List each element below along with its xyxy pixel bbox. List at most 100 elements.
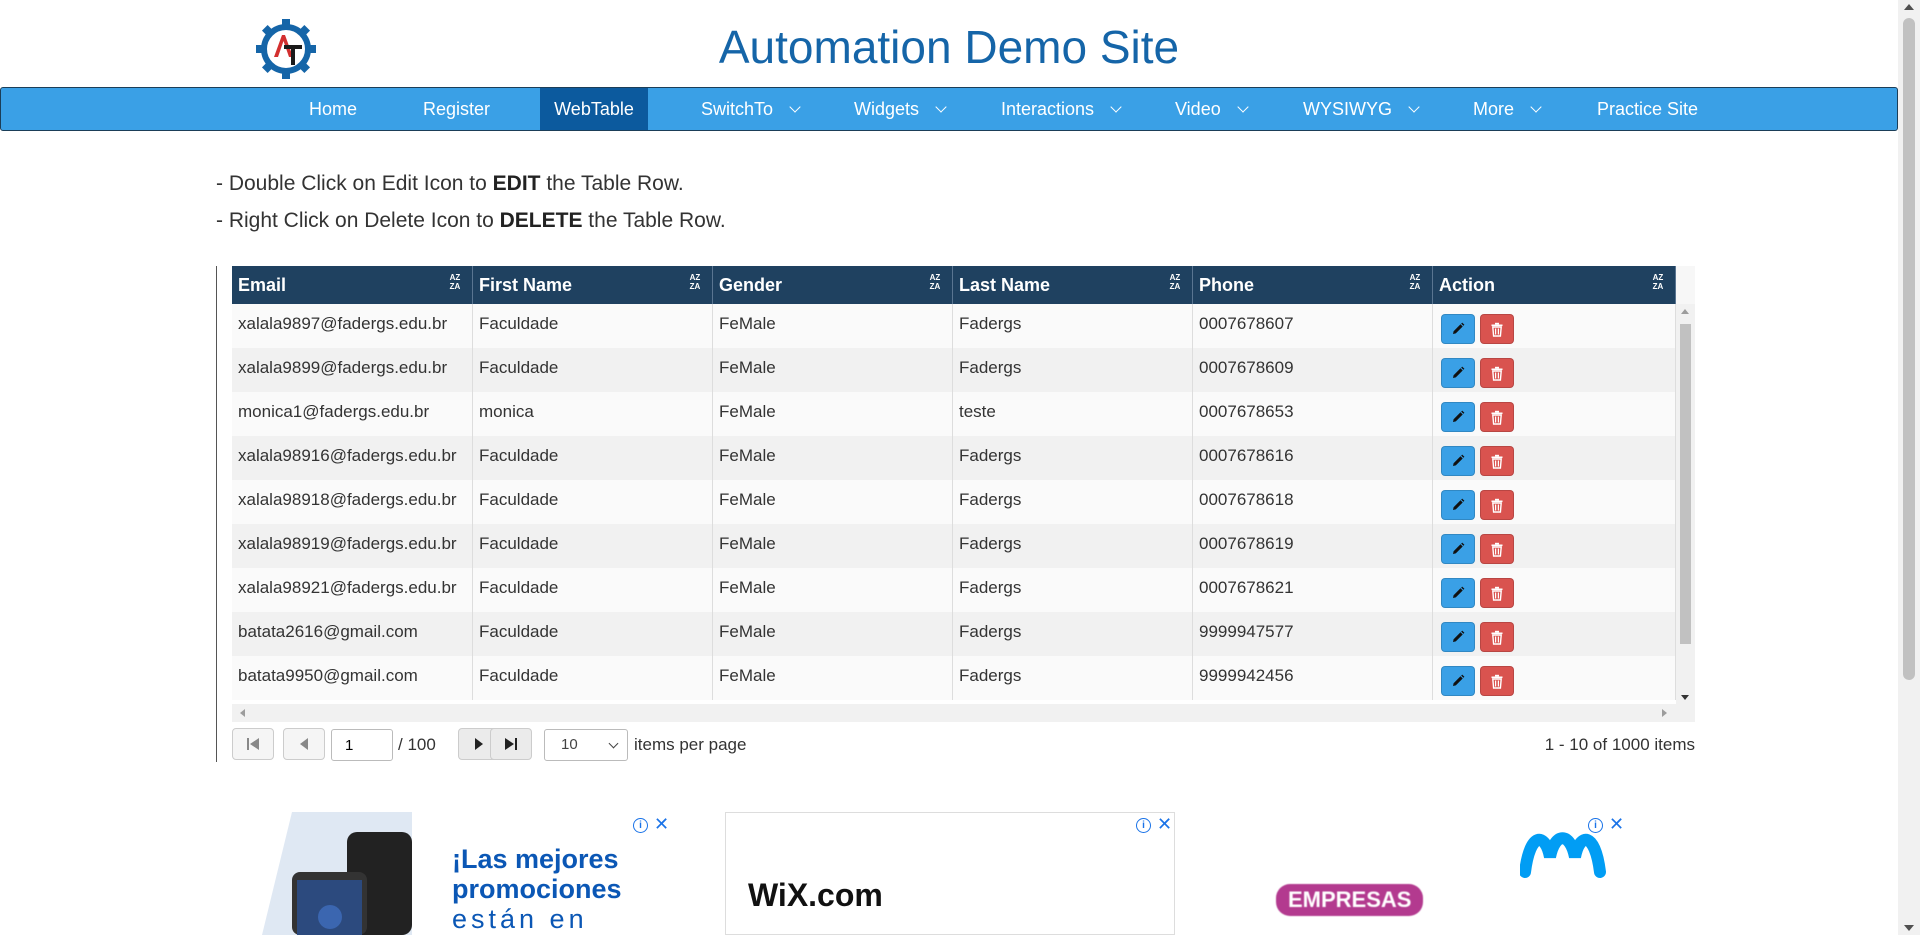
- pencil-icon: [1453, 674, 1465, 686]
- nav-practice-site[interactable]: Practice Site: [1597, 88, 1698, 130]
- trash-icon: [1491, 454, 1503, 469]
- table-pager: / 100 10 items per page 1 - 10 of 1000 i…: [232, 728, 1695, 762]
- table-vertical-scrollbar[interactable]: [1676, 304, 1695, 704]
- chevron-down-icon: [1110, 101, 1122, 113]
- nav-wysiwyg[interactable]: WYSIWYG: [1303, 88, 1420, 130]
- scrollbar-thumb[interactable]: [1903, 18, 1915, 680]
- table-row[interactable]: batata9950@gmail.com Faculdade FeMale Fader…: [232, 656, 1676, 700]
- edit-button[interactable]: [1441, 358, 1475, 388]
- instruction-text: the Table Row.: [540, 172, 684, 195]
- table-cell: teste: [953, 392, 1193, 436]
- edit-button[interactable]: [1441, 446, 1475, 476]
- edit-button[interactable]: [1441, 402, 1475, 432]
- first-page-button[interactable]: [232, 728, 274, 760]
- prev-page-button[interactable]: [283, 728, 325, 760]
- az-sort-icon[interactable]: AZ ZA: [448, 273, 462, 291]
- last-page-button[interactable]: [490, 728, 532, 760]
- nav-label: Practice Site: [1597, 99, 1699, 119]
- edit-button[interactable]: [1441, 666, 1475, 696]
- column-header-label: Gender: [719, 275, 783, 295]
- scroll-up-arrow[interactable]: [1904, 4, 1914, 10]
- instruction-edit: - Double Click on Edit Icon to EDIT the …: [216, 165, 726, 202]
- table-header: Email AZ ZA First Name AZ ZA Gender AZ ZA Last Na…: [232, 266, 1676, 304]
- table-row[interactable]: xalala9899@fadergs.edu.br Faculdade FeMale…: [232, 348, 1676, 392]
- page-number-input[interactable]: [331, 729, 393, 761]
- delete-button[interactable]: [1480, 666, 1514, 696]
- ad-close[interactable]: i ✕: [1136, 814, 1172, 835]
- az-sort-icon[interactable]: AZ ZA: [1168, 273, 1182, 291]
- nav-widgets[interactable]: Widgets: [854, 88, 947, 130]
- scrollbar-thumb[interactable]: [1680, 324, 1691, 644]
- close-icon: ✕: [1609, 814, 1625, 834]
- table-cell: 0007678619: [1193, 524, 1433, 568]
- ad-banner-movistar[interactable]: EMPRESAS: [1200, 812, 1620, 935]
- column-header[interactable]: Action AZ ZA: [1433, 266, 1676, 304]
- column-header[interactable]: Last Name AZ ZA: [953, 266, 1193, 304]
- ad-close[interactable]: i ✕: [1588, 814, 1624, 835]
- az-sort-icon[interactable]: AZ ZA: [928, 273, 942, 291]
- scroll-right-arrow[interactable]: [1662, 709, 1667, 717]
- column-header[interactable]: Email AZ ZA: [232, 266, 473, 304]
- edit-button[interactable]: [1441, 490, 1475, 520]
- web-table-container: Email AZ ZA First Name AZ ZA Gender AZ ZA Last Na…: [216, 266, 1697, 762]
- action-cell: [1433, 348, 1676, 392]
- info-icon: i: [633, 818, 648, 833]
- table-cell: 0007678653: [1193, 392, 1433, 436]
- ad-close[interactable]: i ✕: [633, 814, 669, 835]
- column-header[interactable]: Gender AZ ZA: [713, 266, 953, 304]
- delete-button[interactable]: [1480, 578, 1514, 608]
- table-row[interactable]: monica1@fadergs.edu.br monica FeMale teste 0…: [232, 392, 1676, 436]
- table-row[interactable]: xalala9897@fadergs.edu.br Faculdade FeMale…: [232, 304, 1676, 348]
- table-cell: Fadergs: [953, 568, 1193, 612]
- column-header[interactable]: Phone AZ ZA: [1193, 266, 1433, 304]
- page-scrollbar[interactable]: [1898, 0, 1920, 935]
- scroll-up-arrow[interactable]: [1681, 309, 1689, 314]
- delete-button[interactable]: [1480, 402, 1514, 432]
- delete-button[interactable]: [1480, 534, 1514, 564]
- nav-home[interactable]: Home: [309, 88, 357, 130]
- ad-banner-phone[interactable]: ¡Las mejores promociones están en: [252, 812, 672, 935]
- main-navbar: Home Register WebTable SwitchTo Widgets …: [0, 87, 1898, 131]
- ad-banner-wix[interactable]: WiX.com: [725, 812, 1175, 935]
- edit-button[interactable]: [1441, 314, 1475, 344]
- instruction-text: the Table Row.: [582, 209, 726, 232]
- action-cell: [1433, 436, 1676, 480]
- table-cell: 0007678621: [1193, 568, 1433, 612]
- nav-switchto[interactable]: SwitchTo: [701, 88, 801, 130]
- table-cell: FeMale: [713, 392, 953, 436]
- header-scroll-pad: [1676, 266, 1695, 304]
- table-row[interactable]: xalala98919@fadergs.edu.br Faculdade FeMal…: [232, 524, 1676, 568]
- nav-interactions[interactable]: Interactions: [1001, 88, 1122, 130]
- table-cell: Faculdade: [473, 304, 713, 348]
- nav-more[interactable]: More: [1473, 88, 1542, 130]
- delete-button[interactable]: [1480, 622, 1514, 652]
- table-row[interactable]: xalala98918@fadergs.edu.br Faculdade FeMal…: [232, 480, 1676, 524]
- trash-icon: [1491, 498, 1503, 513]
- edit-button[interactable]: [1441, 534, 1475, 564]
- edit-button[interactable]: [1441, 578, 1475, 608]
- table-horizontal-scrollbar[interactable]: [232, 704, 1695, 722]
- az-sort-icon[interactable]: AZ ZA: [688, 273, 702, 291]
- scroll-left-arrow[interactable]: [240, 709, 245, 717]
- table-row[interactable]: xalala98921@fadergs.edu.br Faculdade FeMal…: [232, 568, 1676, 612]
- column-header[interactable]: First Name AZ ZA: [473, 266, 713, 304]
- ad-headline: están en: [452, 904, 588, 934]
- edit-button[interactable]: [1441, 622, 1475, 652]
- table-row[interactable]: xalala98916@fadergs.edu.br Faculdade FeMal…: [232, 436, 1676, 480]
- scroll-down-arrow[interactable]: [1681, 695, 1689, 700]
- delete-button[interactable]: [1480, 358, 1514, 388]
- table-cell: Faculdade: [473, 480, 713, 524]
- nav-video[interactable]: Video: [1175, 88, 1249, 130]
- delete-button[interactable]: [1480, 490, 1514, 520]
- nav-webtable[interactable]: WebTable: [540, 88, 648, 130]
- nav-register[interactable]: Register: [423, 88, 490, 130]
- page-size-select[interactable]: 10: [544, 729, 628, 761]
- az-sort-icon[interactable]: AZ ZA: [1651, 273, 1665, 291]
- action-cell: [1433, 656, 1676, 700]
- delete-button[interactable]: [1480, 314, 1514, 344]
- delete-button[interactable]: [1480, 446, 1514, 476]
- az-sort-icon[interactable]: AZ ZA: [1408, 273, 1422, 291]
- nav-label: Widgets: [854, 99, 920, 119]
- table-row[interactable]: batata2616@gmail.com Faculdade FeMale Fader…: [232, 612, 1676, 656]
- scroll-down-arrow[interactable]: [1904, 925, 1914, 931]
